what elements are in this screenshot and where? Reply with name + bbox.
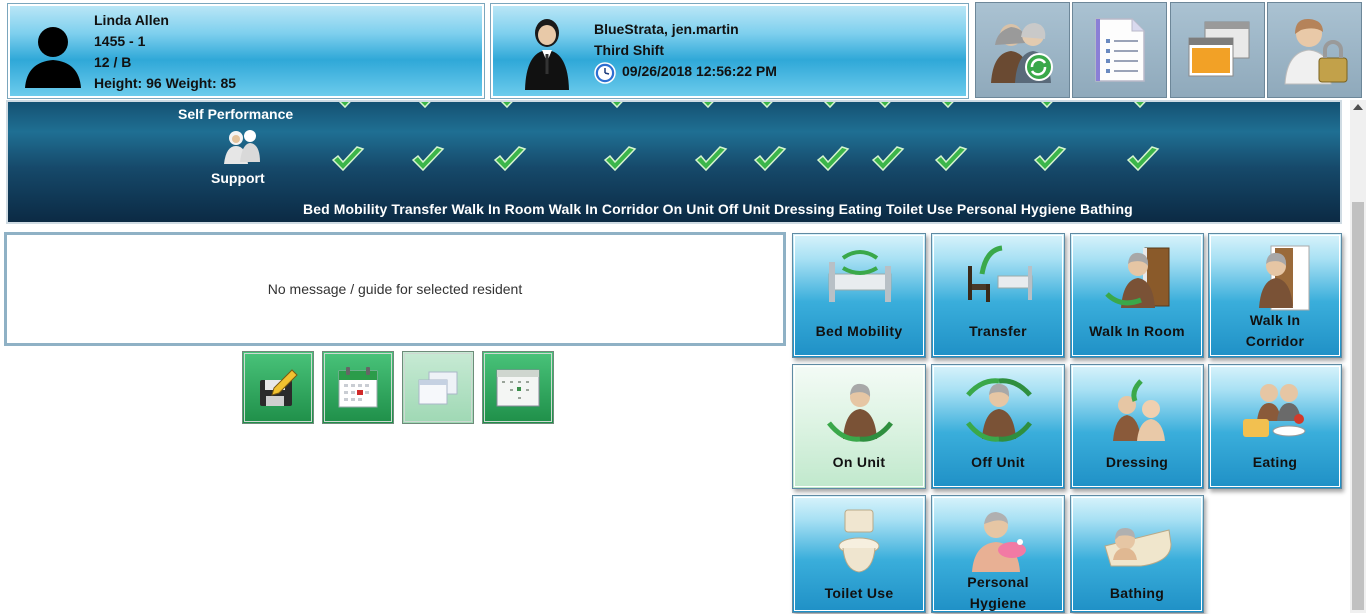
document-list-button[interactable]	[1072, 2, 1167, 98]
schedule-grid-icon	[496, 369, 540, 406]
tile-personal-hygiene[interactable]: Personal Hygiene	[931, 495, 1065, 613]
resident-room: 12 / B	[94, 54, 132, 70]
staff-datetime: 09/26/2018 12:56:22 PM	[622, 63, 777, 79]
resident-panel: Linda Allen 1455 - 1 12 / B Height: 96 W…	[7, 3, 485, 99]
tile-transfer[interactable]: Transfer	[931, 233, 1065, 358]
support-icon	[224, 130, 260, 164]
calendar-button[interactable]	[322, 351, 394, 424]
switch-resident-icon	[990, 23, 1053, 83]
windows-icon	[418, 371, 458, 404]
transfer-icon	[968, 245, 1033, 302]
walk-in-corridor-icon	[1259, 245, 1310, 311]
on-unit-icon	[827, 383, 893, 442]
self-performance-check-icon	[494, 102, 530, 112]
self-performance-check-icon	[695, 102, 731, 112]
support-check-icon	[752, 145, 788, 175]
tile-toilet-use[interactable]: Toilet Use	[792, 495, 926, 613]
windows-icon	[1188, 21, 1249, 77]
tile-bathing[interactable]: Bathing	[1070, 495, 1204, 613]
tile-on-unit[interactable]: On Unit	[792, 364, 926, 489]
tile-label: Walk In Room	[1089, 323, 1185, 339]
tile-label: Toilet Use	[824, 585, 894, 601]
walk-in-room-icon	[1105, 247, 1170, 308]
schedule-grid-button[interactable]	[482, 351, 554, 424]
support-check-icon	[933, 145, 969, 175]
self-performance-check-icon	[332, 102, 368, 112]
tile-eating[interactable]: Eating	[1208, 364, 1342, 489]
tile-label: On Unit	[832, 454, 886, 470]
support-check-icon	[602, 145, 638, 175]
tile-bed-mobility[interactable]: Bed Mobility	[792, 233, 926, 358]
self-performance-check-icon	[872, 102, 908, 112]
tile-dressing[interactable]: Dressing	[1070, 364, 1204, 489]
self-performance-check-icon	[412, 102, 448, 112]
support-check-icon	[330, 145, 366, 175]
tile-label: Bathing	[1109, 585, 1165, 601]
self-performance-check-icon	[935, 102, 971, 112]
scroll-up-arrow[interactable]	[1353, 104, 1363, 110]
scrollbar-thumb[interactable]	[1352, 202, 1364, 610]
tile-label: Personal Hygiene	[967, 574, 1029, 611]
staff-panel: BlueStrata, jen.martin Third Shift 09/26…	[490, 3, 969, 99]
self-performance-check-icon	[1034, 102, 1070, 112]
self-performance-check-icon	[817, 102, 853, 112]
bed-mobility-icon	[828, 250, 892, 302]
user-lock-icon	[1283, 18, 1347, 85]
message-box: No message / guide for selected resident	[4, 232, 786, 346]
tile-off-unit[interactable]: Off Unit	[931, 364, 1065, 489]
staff-business-icon	[525, 19, 569, 90]
support-check-icon	[492, 145, 528, 175]
support-check-icon	[693, 145, 729, 175]
clock-icon	[594, 62, 616, 84]
save-edit-icon	[260, 368, 298, 406]
resident-measurements: Height: 96 Weight: 85	[94, 75, 237, 91]
tile-label: Transfer	[969, 323, 1027, 339]
tile-label: Off Unit	[971, 454, 1025, 470]
calendar-icon	[338, 366, 378, 407]
support-check-icon	[870, 145, 906, 175]
resident-name: Linda Allen	[94, 12, 169, 28]
tile-label: Walk In Corridor	[1245, 312, 1305, 349]
eating-icon	[1243, 384, 1306, 437]
support-label: Support	[211, 170, 265, 186]
tile-walk-in-room[interactable]: Walk In Room	[1070, 233, 1204, 358]
tile-label: Eating	[1252, 454, 1298, 470]
save-edit-button[interactable]	[242, 351, 314, 424]
dressing-icon	[1113, 379, 1165, 441]
switch-resident-button[interactable]	[975, 2, 1070, 98]
support-check-icon	[410, 145, 446, 175]
person-silhouette-icon	[25, 27, 81, 88]
windows-button[interactable]	[1170, 2, 1265, 98]
self-performance-check-icon	[604, 102, 640, 112]
personal-hygiene-icon	[972, 512, 1026, 572]
self-performance-check-icon	[1127, 102, 1163, 112]
tile-label: Dressing	[1105, 454, 1169, 470]
support-check-icon	[1125, 145, 1161, 175]
user-lock-button[interactable]	[1267, 2, 1362, 98]
category-line: Bed Mobility Transfer Walk In Room Walk …	[303, 201, 1133, 217]
performance-band: Self Performance Support Bed Mobility Tr…	[6, 100, 1342, 224]
staff-name: BlueStrata, jen.martin	[594, 21, 739, 37]
off-unit-icon	[966, 378, 1032, 442]
tile-label: Bed Mobility	[815, 323, 903, 339]
staff-shift: Third Shift	[594, 42, 664, 58]
support-check-icon	[1032, 145, 1068, 175]
resident-id: 1455 - 1	[94, 33, 146, 49]
bathing-icon	[1104, 528, 1172, 567]
toilet-icon	[838, 509, 880, 573]
self-performance-label: Self Performance	[178, 106, 294, 122]
support-check-icon	[815, 145, 851, 175]
message-text: No message / guide for selected resident	[267, 281, 523, 297]
document-list-icon	[1094, 18, 1145, 82]
self-performance-check-icon	[754, 102, 790, 112]
windows-action-button[interactable]	[402, 351, 474, 424]
tile-walk-in-corridor[interactable]: Walk In Corridor	[1208, 233, 1342, 358]
